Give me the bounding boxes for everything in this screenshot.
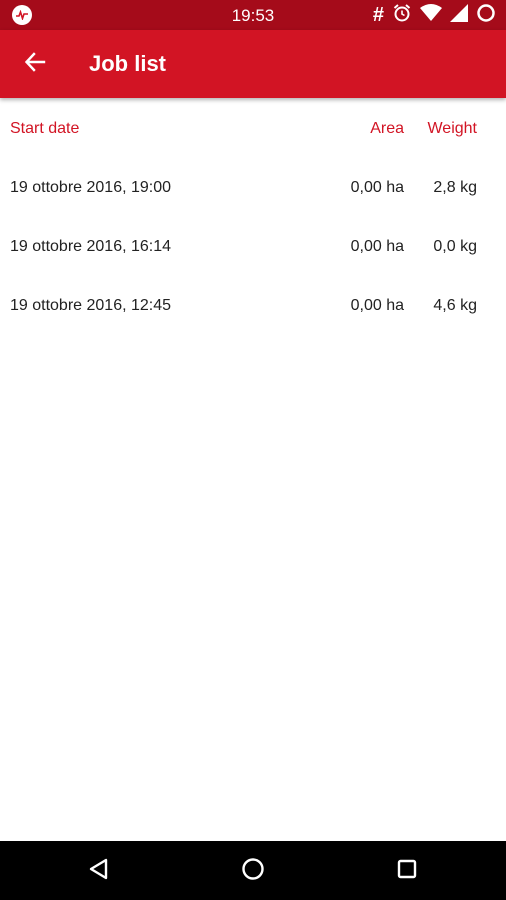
signal-icon bbox=[450, 3, 468, 27]
row-start-date: 19 ottobre 2016, 19:00 bbox=[10, 179, 172, 196]
nav-recents-button[interactable] bbox=[385, 849, 429, 893]
table-row[interactable]: 19 ottobre 2016, 19:00 0,00 ha 2,8 kg bbox=[0, 158, 506, 217]
row-area: 0,00 ha bbox=[350, 179, 404, 196]
column-header-start-date[interactable]: Start date bbox=[10, 100, 79, 158]
job-table: Start date Area Weight 19 ottobre 2016, … bbox=[0, 100, 506, 335]
row-area: 0,00 ha bbox=[350, 238, 404, 255]
row-start-date: 19 ottobre 2016, 12:45 bbox=[10, 297, 172, 314]
back-button[interactable] bbox=[16, 45, 54, 83]
table-row[interactable]: 19 ottobre 2016, 16:14 0,00 ha 0,0 kg bbox=[0, 217, 506, 276]
status-icons: # bbox=[372, 3, 496, 28]
status-bar: 19:53 # bbox=[0, 0, 506, 30]
navigation-bar bbox=[0, 841, 506, 900]
wifi-icon bbox=[420, 3, 442, 27]
table-row[interactable]: 19 ottobre 2016, 12:45 0,00 ha 4,6 kg bbox=[0, 276, 506, 335]
nav-home-button[interactable] bbox=[231, 849, 275, 893]
alarm-icon bbox=[392, 3, 412, 28]
home-circle-icon bbox=[241, 857, 265, 886]
row-weight: 2,8 kg bbox=[433, 179, 477, 196]
back-triangle-icon bbox=[87, 857, 111, 886]
row-weight: 4,6 kg bbox=[433, 297, 477, 314]
row-weight: 0,0 kg bbox=[433, 238, 477, 255]
app-bar: Job list bbox=[0, 30, 506, 98]
table-header: Start date Area Weight bbox=[0, 100, 506, 158]
row-area: 0,00 ha bbox=[350, 297, 404, 314]
row-start-date: 19 ottobre 2016, 16:14 bbox=[10, 238, 172, 255]
nav-back-button[interactable] bbox=[77, 849, 121, 893]
column-header-weight[interactable]: Weight bbox=[427, 100, 477, 158]
column-header-area[interactable]: Area bbox=[370, 100, 404, 158]
page-title: Job list bbox=[89, 51, 167, 76]
arrow-left-icon bbox=[24, 51, 46, 78]
circle-icon bbox=[476, 3, 496, 28]
hashtag-icon: # bbox=[372, 4, 384, 26]
recents-square-icon bbox=[396, 858, 418, 885]
